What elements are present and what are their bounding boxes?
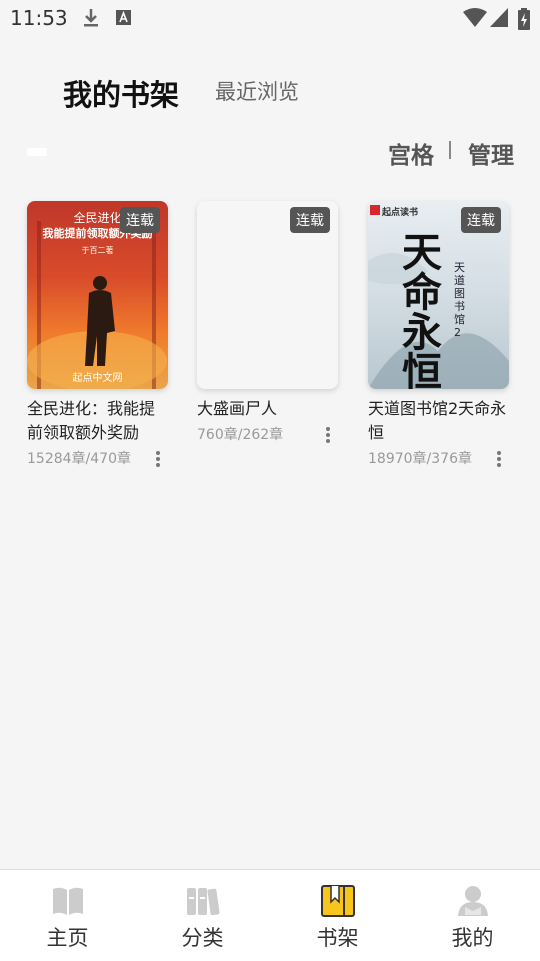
book-cover[interactable]: 全民进化 我能提前领取额外奖励 于百二著 起点中文网 连载 bbox=[27, 201, 168, 389]
nav-category[interactable]: 分类 bbox=[135, 870, 270, 961]
chapter-count: 760章/262章 bbox=[197, 427, 284, 443]
book-cover[interactable]: 起点读书 天命永恒 天道图书馆2 连载 bbox=[368, 201, 509, 389]
book-item[interactable]: 全民进化 我能提前领取额外奖励 于百二著 起点中文网 连载 全民进化：我能提前领… bbox=[27, 201, 168, 471]
nav-mine-label: 我的 bbox=[451, 926, 494, 950]
toolbar-divider bbox=[449, 141, 451, 159]
app-notification-icon bbox=[116, 10, 131, 25]
book-title[interactable]: 全民进化：我能提前领取额外奖励 bbox=[27, 397, 168, 445]
battery-icon bbox=[518, 8, 530, 30]
book-title[interactable]: 大盛画尸人 bbox=[197, 397, 338, 421]
tab-my-shelf[interactable]: 我的书架 bbox=[63, 72, 179, 114]
header-tabs: 我的书架 最近浏览 bbox=[0, 60, 540, 120]
manage-button[interactable]: 管理 bbox=[468, 136, 514, 170]
download-icon bbox=[84, 9, 98, 27]
books-category-icon bbox=[186, 888, 220, 916]
wifi-icon bbox=[463, 8, 487, 27]
bottom-navigation: 主页 分类 书架 我的 bbox=[0, 869, 540, 961]
cover-author: 于百二著 bbox=[81, 246, 114, 255]
toolbar-indicator bbox=[27, 148, 47, 156]
user-profile-icon bbox=[457, 886, 488, 916]
status-badge: 连载 bbox=[120, 207, 160, 233]
bookshelf-icon bbox=[320, 885, 355, 917]
nav-mine[interactable]: 我的 bbox=[405, 870, 540, 961]
status-badge: 连载 bbox=[461, 207, 501, 233]
nav-home-label: 主页 bbox=[46, 926, 89, 950]
cell-signal-icon bbox=[490, 8, 508, 27]
book-cover[interactable]: 连载 bbox=[197, 201, 338, 389]
status-bar: 11:53 bbox=[0, 0, 540, 36]
cover-publisher: 起点中文网 bbox=[72, 373, 123, 384]
status-badge: 连载 bbox=[290, 207, 330, 233]
tab-recent-browse[interactable]: 最近浏览 bbox=[215, 76, 299, 106]
status-time: 11:53 bbox=[10, 6, 68, 30]
cover-headline: 天命永恒 bbox=[402, 230, 442, 389]
more-options-icon[interactable] bbox=[493, 450, 505, 468]
cover-series: 天道图书馆2 bbox=[454, 261, 465, 339]
nav-shelf-label: 书架 bbox=[316, 926, 359, 950]
shelf-toolbar: 宫格 管理 bbox=[0, 130, 540, 170]
book-item[interactable]: 起点读书 天命永恒 天道图书馆2 连载 天道图书馆2天命永恒 18970章/37… bbox=[368, 201, 509, 471]
nav-category-label: 分类 bbox=[181, 926, 224, 950]
chapter-count: 15284章/470章 bbox=[27, 451, 131, 467]
nav-home[interactable]: 主页 bbox=[0, 870, 135, 961]
cover-publisher: 起点读书 bbox=[382, 208, 419, 218]
grid-view-button[interactable]: 宫格 bbox=[388, 136, 434, 170]
more-options-icon[interactable] bbox=[152, 450, 164, 468]
nav-shelf[interactable]: 书架 bbox=[270, 870, 405, 961]
book-open-icon bbox=[52, 887, 83, 915]
chapter-count: 18970章/376章 bbox=[368, 451, 472, 467]
more-options-icon[interactable] bbox=[322, 426, 334, 444]
book-title[interactable]: 天道图书馆2天命永恒 bbox=[368, 397, 509, 445]
book-item[interactable]: 连载 大盛画尸人 760章/262章 bbox=[197, 201, 338, 447]
